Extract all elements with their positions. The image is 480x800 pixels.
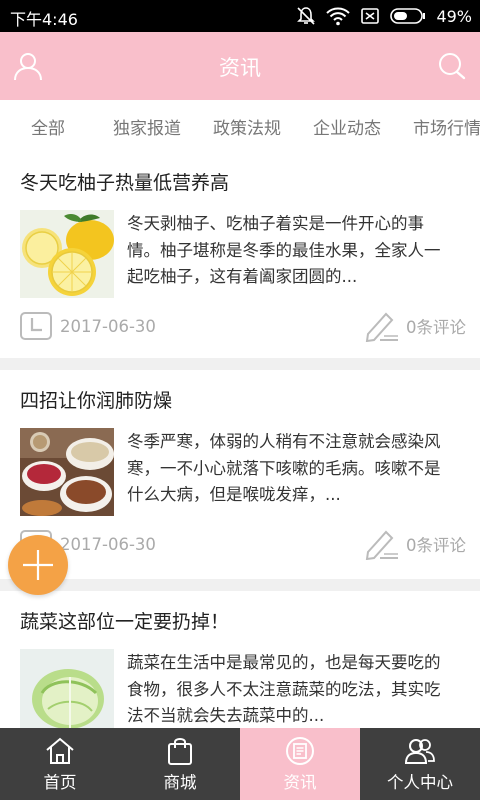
article-summary: 蔬菜在生活中是最常见的，也是每天要吃的食物，很多人不太注意蔬菜的吃法，其实吃法不… <box>127 653 441 725</box>
status-time: 下午4:46 <box>10 10 78 29</box>
wifi-icon <box>326 7 351 26</box>
nav-home[interactable]: 首页 <box>0 728 120 800</box>
status-icons: 49% <box>296 4 472 28</box>
search-button[interactable] <box>436 50 468 82</box>
article-date-text: 2017-06-30 <box>60 534 156 554</box>
people-icon <box>404 739 435 764</box>
nav-shop[interactable]: 商城 <box>120 728 240 800</box>
article-summary: 冬天剥柚子、吃柚子着实是一件开心的事情。柚子堪称是冬季的最佳水果，全家人一起吃柚… <box>127 214 441 286</box>
nav-news[interactable]: 资讯 <box>240 728 360 800</box>
add-button[interactable] <box>8 535 68 595</box>
article-item[interactable]: 四招让你润肺防燥 冬季严寒，体弱的人稍有不注意就会感染风寒，一不小心就落下咳嗽的… <box>0 370 480 576</box>
app-header: 资讯 <box>0 32 480 100</box>
article-title: 冬天吃柚子热量低营养高 <box>20 172 230 194</box>
home-icon <box>46 737 74 764</box>
tab-policy[interactable]: 政策法规 <box>213 114 281 139</box>
news-icon <box>286 737 314 765</box>
article-comments[interactable]: 0条评论 <box>364 528 466 560</box>
search-icon <box>439 53 466 80</box>
article-title: 蔬菜这部位一定要扔掉！ <box>20 611 230 633</box>
tab-all[interactable]: 全部 <box>31 114 65 139</box>
edit-icon <box>365 530 398 560</box>
shopping-bag-icon <box>168 738 192 765</box>
divider <box>0 579 480 591</box>
tea-bowls-photo <box>20 428 114 516</box>
bottom-nav: 首页 商城 资讯 个人中心 <box>0 728 480 800</box>
article-date-text: 2017-06-30 <box>60 316 156 336</box>
nav-profile[interactable]: 个人中心 <box>360 728 480 800</box>
battery-percent: 49% <box>436 6 472 26</box>
page-title: 资讯 <box>219 56 261 80</box>
tab-market[interactable]: 市场行情 <box>413 114 480 139</box>
status-bar: 下午4:46 49% <box>0 0 480 32</box>
clock-icon <box>20 312 52 340</box>
article-summary: 冬季严寒，体弱的人稍有不注意就会感染风寒，一不小心就落下咳嗽的毛病。咳嗽不是什么… <box>127 432 441 504</box>
edit-icon <box>365 312 398 342</box>
nav-label: 资讯 <box>283 773 317 792</box>
comment-count: 0条评论 <box>406 536 466 555</box>
nav-label: 首页 <box>43 773 77 792</box>
tab-company-news[interactable]: 企业动态 <box>313 114 381 139</box>
nav-label: 商城 <box>163 773 197 792</box>
article-thumbnail <box>20 428 114 516</box>
article-thumbnail <box>20 649 114 728</box>
battery-icon <box>390 8 426 24</box>
article-title: 四招让你润肺防燥 <box>20 390 173 412</box>
article-comments[interactable]: 0条评论 <box>364 310 466 342</box>
article-item[interactable]: 冬天吃柚子热量低营养高 冬天剥柚子、吃柚子着实是一件开心的事情。柚子堪称是冬季的… <box>0 152 480 358</box>
sim-icon <box>361 8 380 24</box>
article-thumbnail <box>20 210 114 298</box>
plus-icon <box>23 550 53 580</box>
article-item[interactable]: 蔬菜这部位一定要扔掉！ 蔬菜在生活中是最常见的，也是每天要吃的食物，很多人不太注… <box>0 591 480 728</box>
nav-label: 个人中心 <box>387 773 453 792</box>
cabbage-photo <box>20 649 114 728</box>
category-tabs: 全部 独家报道 政策法规 企业动态 市场行情 <box>0 100 480 152</box>
comment-count: 0条评论 <box>406 318 466 337</box>
mute-icon <box>297 7 316 25</box>
article-date: 2017-06-30 <box>20 312 156 340</box>
divider <box>0 358 480 370</box>
tab-exclusive[interactable]: 独家报道 <box>113 114 181 139</box>
lemon-photo <box>20 210 114 298</box>
